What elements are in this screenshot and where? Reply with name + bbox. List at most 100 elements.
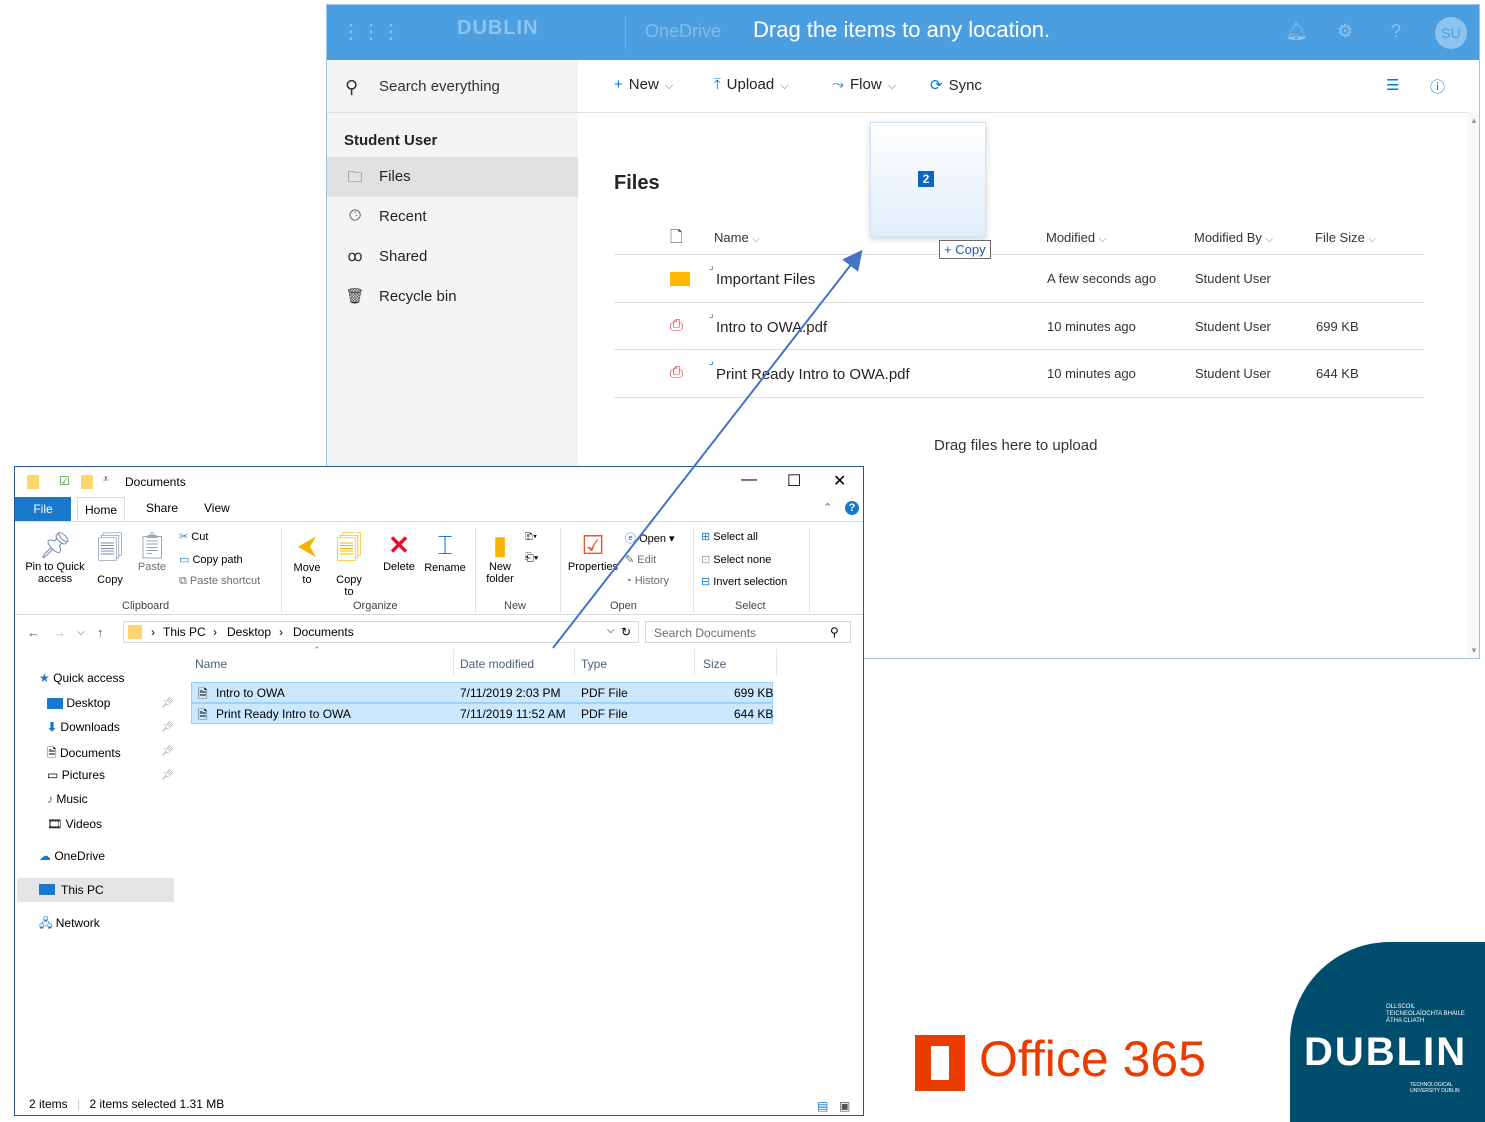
flow-button[interactable]: ⤳ Flow ⌵ xyxy=(832,76,896,93)
open-button[interactable]: ⓔ Open ▾ xyxy=(625,530,675,546)
nav-item-recycle-bin[interactable]: 🗑︎ Recycle bin xyxy=(327,277,578,317)
rename-button[interactable]: ⌶ Rename xyxy=(423,530,467,574)
tab-share[interactable]: Share xyxy=(146,501,178,515)
customize-toolbar-icon[interactable]: ⩡ xyxy=(103,474,109,485)
paste-button[interactable]: 📋︎ Paste xyxy=(135,530,169,573)
copy-to-button[interactable]: 🗐 Copy to xyxy=(331,530,367,598)
tree-item-network[interactable]: 🖧 Network xyxy=(39,914,100,935)
new-button[interactable]: + New ⌵ xyxy=(614,76,673,93)
help-icon[interactable]: ? xyxy=(845,501,859,515)
column-divider[interactable] xyxy=(574,649,575,675)
tree-item-onedrive[interactable]: ☁ OneDrive xyxy=(39,849,105,863)
upload-button[interactable]: ⤒ Upload ⌵ xyxy=(714,76,789,93)
history-button[interactable]: ◔ History xyxy=(625,575,669,587)
breadcrumb-desktop[interactable]: Desktop xyxy=(227,625,271,639)
sync-button[interactable]: ⟳ Sync xyxy=(930,76,982,94)
column-header-modified[interactable]: Modified ⌵ xyxy=(1046,230,1106,245)
up-icon[interactable]: ↑ xyxy=(97,625,104,640)
breadcrumb-this-pc[interactable]: This PC xyxy=(163,625,206,639)
pin-icon[interactable]: 📌︎ xyxy=(161,770,174,781)
info-icon[interactable]: ⓘ xyxy=(1430,76,1445,97)
file-type-header-icon[interactable]: 🗋 xyxy=(670,226,683,253)
file-row-important-files[interactable]: ⌟ Important Files A few seconds ago Stud… xyxy=(614,255,1425,302)
column-header-name[interactable]: Name xyxy=(195,657,227,671)
recent-locations-icon[interactable]: ⌵ xyxy=(77,627,85,638)
close-icon[interactable]: ✕ xyxy=(833,471,846,491)
pin-to-quick-access-button[interactable]: 📌︎ Pin to Quick access xyxy=(23,530,87,585)
search-box[interactable]: ⚲ Search everything xyxy=(327,60,578,113)
maximize-icon[interactable]: ☐ xyxy=(787,471,801,491)
tree-item-quick-access[interactable]: ★ Quick access xyxy=(39,671,124,685)
copy-path-button[interactable]: ▭ Copy path xyxy=(179,553,243,566)
scroll-up-icon[interactable]: ▲ xyxy=(1470,116,1478,125)
bell-icon[interactable]: 🔔︎ xyxy=(1285,21,1308,42)
pin-icon[interactable]: 📌︎ xyxy=(161,746,174,757)
tree-item-pictures[interactable]: ▭ Pictures xyxy=(47,768,105,782)
column-header-modified-by[interactable]: Modified By ⌵ xyxy=(1194,230,1273,245)
avatar[interactable]: SU xyxy=(1435,17,1467,49)
view-options-icon[interactable]: ☰ xyxy=(1386,76,1399,94)
column-divider[interactable] xyxy=(694,649,695,675)
app-launcher-icon[interactable]: ⋮⋮⋮ xyxy=(341,19,401,45)
help-icon[interactable]: ? xyxy=(1391,21,1401,42)
pin-icon[interactable]: 📌︎ xyxy=(161,698,174,709)
copy-button[interactable]: 🗐 Copy xyxy=(93,530,127,586)
properties-button[interactable]: ☑ Properties xyxy=(565,530,621,573)
scroll-down-icon[interactable]: ▼ xyxy=(1470,646,1478,655)
select-none-button[interactable]: ⊡ Select none xyxy=(701,553,771,566)
tree-item-downloads[interactable]: ⬇ Downloads xyxy=(47,720,120,734)
column-divider[interactable] xyxy=(453,649,454,675)
search-input[interactable]: Search Documents xyxy=(654,626,756,640)
delete-button[interactable]: ✕ Delete xyxy=(381,530,417,573)
invert-selection-button[interactable]: ⊟ Invert selection xyxy=(701,575,787,588)
cut-button[interactable]: ✂ Cut xyxy=(179,530,208,543)
drop-zone-hint[interactable]: Drag files here to upload xyxy=(934,437,1097,454)
file-name[interactable]: Important Files xyxy=(716,271,815,288)
file-name[interactable]: Print Ready Intro to OWA.pdf xyxy=(716,366,910,383)
paste-shortcut-button[interactable]: ⧉ Paste shortcut xyxy=(179,575,260,588)
select-all-button[interactable]: ⊞ Select all xyxy=(701,530,758,543)
search-box[interactable]: Search Documents ⚲ xyxy=(645,621,851,643)
breadcrumb-documents[interactable]: Documents xyxy=(293,625,354,639)
file-row-intro-to-owa[interactable]: 🗎 Intro to OWA 7/11/2019 2:03 PM PDF Fil… xyxy=(191,682,773,703)
back-icon[interactable]: ← xyxy=(27,625,40,640)
large-icons-view-icon[interactable]: ▣ xyxy=(839,1099,850,1113)
search-input[interactable]: Search everything xyxy=(379,78,500,95)
address-dropdown-icon[interactable]: ⌵ xyxy=(607,625,615,636)
tab-file[interactable]: File xyxy=(15,497,71,521)
details-view-icon[interactable]: ▤ xyxy=(817,1099,828,1113)
file-row-print-ready-intro-to-owa[interactable]: ⎙ ⌟ Print Ready Intro to OWA.pdf 10 minu… xyxy=(614,350,1425,397)
forward-icon[interactable]: → xyxy=(53,625,66,640)
nav-item-shared[interactable]: ꝏ Shared xyxy=(327,237,578,277)
nav-item-files[interactable]: 🗀 Files xyxy=(327,157,578,197)
tab-view[interactable]: View xyxy=(204,501,230,515)
new-item-button[interactable]: 🗈▾ xyxy=(525,528,537,547)
column-header-name[interactable]: Name ⌵ xyxy=(714,230,760,245)
file-name[interactable]: Intro to OWA.pdf xyxy=(716,319,827,336)
chevron-up-icon[interactable]: ⌃ xyxy=(823,501,832,514)
tree-item-music[interactable]: ♪ Music xyxy=(47,792,88,806)
column-header-file-size[interactable]: File Size ⌵ xyxy=(1315,230,1376,245)
tab-home[interactable]: Home xyxy=(77,497,125,521)
file-row-intro-to-owa[interactable]: ⎙ ⌟ Intro to OWA.pdf 10 minutes ago Stud… xyxy=(614,303,1425,350)
nav-item-recent[interactable]: 🕓︎ Recent xyxy=(327,197,578,237)
tree-item-documents[interactable]: 🗎 Documents xyxy=(47,744,121,765)
vertical-scrollbar[interactable]: ▲ ▼ xyxy=(1467,112,1479,658)
file-row-print-ready-intro-to-owa[interactable]: 🗎 Print Ready Intro to OWA 7/11/2019 11:… xyxy=(191,703,773,724)
move-to-button[interactable]: ⮜ Move to xyxy=(289,530,325,586)
column-divider[interactable] xyxy=(776,649,777,675)
tree-item-desktop[interactable]: Desktop xyxy=(47,696,110,710)
properties-quick-icon[interactable]: ☑ xyxy=(59,474,70,488)
minimize-icon[interactable]: — xyxy=(741,471,757,489)
new-folder-button[interactable]: ▮ New folder xyxy=(481,530,519,585)
refresh-icon[interactable]: ↻ xyxy=(621,625,631,639)
tree-item-this-pc[interactable]: This PC xyxy=(17,878,174,902)
easy-access-button[interactable]: ⎗▾ xyxy=(525,552,538,565)
column-header-date-modified[interactable]: Date modified xyxy=(460,657,534,671)
edit-button[interactable]: ✎ Edit xyxy=(625,553,656,566)
pin-icon[interactable]: 📌︎ xyxy=(161,722,174,733)
tree-item-videos[interactable]: 🎞︎ Videos xyxy=(47,817,102,831)
column-header-size[interactable]: Size xyxy=(703,657,726,671)
gear-icon[interactable]: ⚙ xyxy=(1337,21,1353,42)
column-header-type[interactable]: Type xyxy=(581,657,607,671)
